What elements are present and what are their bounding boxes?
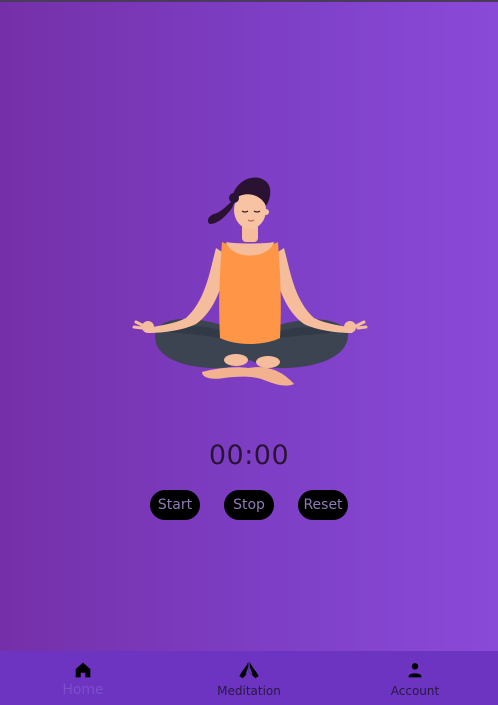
start-button[interactable]: Start: [150, 490, 200, 520]
stop-button[interactable]: Stop: [224, 490, 274, 520]
status-strip: [0, 0, 498, 2]
timer-controls: Start Stop Reset: [0, 490, 498, 520]
nav-item-home[interactable]: Home: [0, 651, 166, 705]
nav-item-meditation[interactable]: Meditation: [166, 651, 332, 705]
reset-button[interactable]: Reset: [298, 490, 348, 520]
nav-item-account[interactable]: Account: [332, 651, 498, 705]
meditating-woman-illustration: [132, 177, 368, 386]
timer-display: 00:00: [208, 440, 290, 471]
praying-hands-icon: [239, 661, 259, 679]
person-icon: [408, 663, 422, 678]
nav-label-meditation: Meditation: [217, 684, 281, 698]
meditation-screen: 00:00 Start Stop Reset Home Meditation A…: [0, 0, 498, 705]
home-icon: [75, 662, 91, 678]
nav-label-home: Home: [62, 682, 104, 698]
bottom-navigation: Home Meditation Account: [0, 651, 498, 705]
nav-label-account: Account: [390, 684, 440, 698]
